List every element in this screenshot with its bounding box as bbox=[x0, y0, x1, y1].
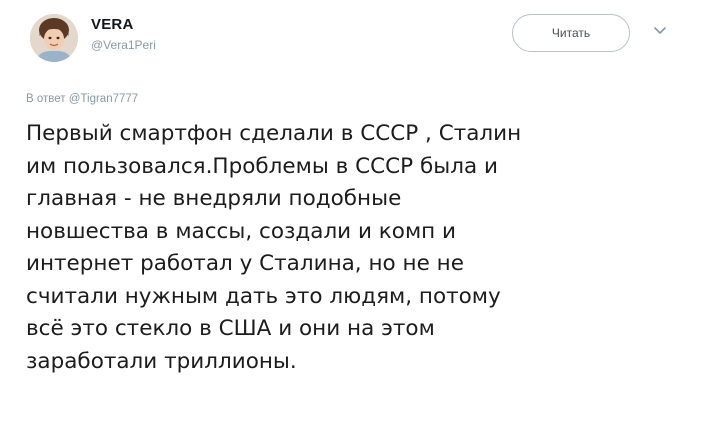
avatar[interactable] bbox=[30, 14, 78, 62]
reply-context: В ответ @Tigran7777 bbox=[26, 93, 138, 105]
chevron-down-icon[interactable] bbox=[653, 26, 667, 36]
reply-prefix: В ответ bbox=[26, 93, 66, 105]
user-handle[interactable]: @Vera1Peri bbox=[91, 38, 156, 52]
reply-mention-link[interactable]: @Tigran7777 bbox=[69, 93, 138, 105]
tweet-card: VERA @Vera1Peri Читать В ответ @Tigran77… bbox=[0, 0, 706, 428]
display-name[interactable]: VERA bbox=[91, 16, 133, 33]
follow-button[interactable]: Читать bbox=[512, 14, 630, 52]
tweet-text: Первый смартфон сделали в СССР , Сталин … bbox=[26, 121, 522, 374]
avatar-photo bbox=[30, 14, 78, 62]
